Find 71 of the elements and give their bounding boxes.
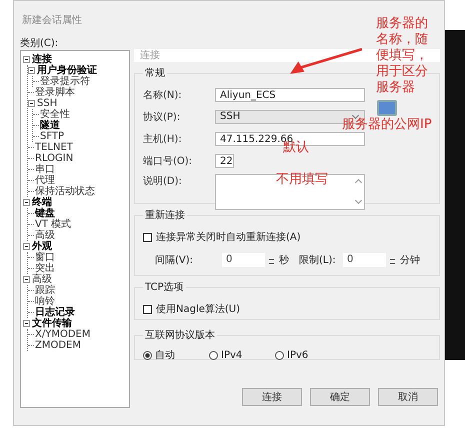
number-field[interactable]: 0 xyxy=(222,253,265,267)
annotation-text: 服务器的名称，随便填写，用于区分服务器 xyxy=(376,16,429,96)
tree-item[interactable]: 高级 xyxy=(32,274,52,285)
tree-item[interactable]: 串口 xyxy=(35,164,55,175)
field-label: 说明(D): xyxy=(143,175,183,188)
annotation-text: 不用填写 xyxy=(276,172,328,188)
radio-button[interactable] xyxy=(209,350,218,360)
collapse-icon[interactable] xyxy=(28,100,35,107)
text-field[interactable]: Aliyun_ECS xyxy=(215,88,365,102)
radio-label: IPv6 xyxy=(287,350,308,360)
tree-item[interactable]: 响铃 xyxy=(35,296,55,307)
tree-item[interactable]: 突出 xyxy=(35,263,55,274)
tree-item[interactable]: SSH xyxy=(37,98,58,109)
tree-item[interactable]: 外观 xyxy=(32,241,52,252)
tree-item[interactable]: VT 模式 xyxy=(35,219,72,230)
tree-item[interactable]: ZMODEM xyxy=(35,340,81,351)
field-label: 端口号(O): xyxy=(143,154,194,168)
radio-label: 自动 xyxy=(155,349,175,362)
collapse-icon[interactable] xyxy=(23,276,30,283)
field-label: 间隔(V): xyxy=(155,254,194,267)
tree-item[interactable]: X/YMODEM xyxy=(35,329,90,340)
field-label: 协议(P): xyxy=(143,110,182,124)
dialog-button[interactable]: 连接 xyxy=(242,388,302,406)
collapse-icon[interactable] xyxy=(23,199,30,206)
tree-item[interactable]: 用户身份验证 xyxy=(37,65,97,76)
tree-item[interactable]: 窗口 xyxy=(35,252,55,263)
category-tree[interactable]: 连接 用户身份验证 登录提示符 登录脚本 SSH 安全性 隧道 SFTP TELNET RLOGIN 串口 代理 保持活动状态 终端 键盘 VT 模式 高级 外观 窗口 突出 高级 跟踪 响铃 日志记录 文件传输 X/YMODEM ZMODEM xyxy=(20,50,130,408)
tree-item[interactable]: 安全性 xyxy=(40,109,70,120)
dialog-button[interactable]: 取消 xyxy=(378,388,438,406)
collapse-icon[interactable] xyxy=(23,243,30,250)
group-title: 重新连接 xyxy=(144,208,186,222)
field-label: 限制(L): xyxy=(299,254,337,267)
checkbox-label: 使用Nagle算法(U) xyxy=(156,302,240,316)
group-title: 互联网协议版本 xyxy=(144,328,216,342)
group-title: 常规 xyxy=(144,66,166,80)
collapse-icon[interactable] xyxy=(23,56,30,63)
group-title: TCP选项 xyxy=(144,280,185,294)
field-label: 名称(N): xyxy=(143,89,183,102)
unit-label: 分钟 xyxy=(400,254,420,267)
category-label: 类别(C): xyxy=(20,36,58,48)
tree-item[interactable]: 连接 xyxy=(32,54,52,65)
tree-item[interactable]: TELNET xyxy=(35,142,73,153)
tree-item[interactable]: 高级 xyxy=(35,230,55,241)
checkbox-label: 连接异常关闭时自动重新连接(A) xyxy=(156,230,301,244)
tree-item[interactable]: 代理 xyxy=(35,175,55,186)
description-field[interactable] xyxy=(215,174,365,210)
tree-item[interactable]: 终端 xyxy=(32,197,52,208)
collapse-icon[interactable] xyxy=(23,320,30,327)
tree-item[interactable]: 跟踪 xyxy=(35,285,55,296)
tree-item[interactable]: 保持活动状态 xyxy=(35,186,95,197)
field-label: 主机(H): xyxy=(143,132,183,146)
checkbox[interactable] xyxy=(143,232,152,242)
radio-button[interactable] xyxy=(143,350,152,360)
window-title: 新建会话属性 xyxy=(22,14,82,27)
collapse-icon[interactable] xyxy=(28,67,35,74)
radio-label: IPv4 xyxy=(221,350,242,360)
dialog-button[interactable]: 确定 xyxy=(310,388,370,406)
unit-label: 秒 xyxy=(279,254,289,267)
tree-item[interactable]: 隧道 xyxy=(40,120,60,131)
computer-icon xyxy=(377,100,397,116)
tree-item[interactable]: 键盘 xyxy=(35,208,55,219)
tree-item[interactable]: RLOGIN xyxy=(35,153,74,164)
tree-item[interactable]: SFTP xyxy=(40,131,64,142)
tree-item[interactable]: 日志记录 xyxy=(35,307,75,318)
port-field[interactable]: 22 xyxy=(215,154,234,168)
tree-item[interactable]: 登录脚本 xyxy=(35,87,75,98)
checkbox[interactable] xyxy=(143,304,152,314)
tree-item[interactable]: 文件传输 xyxy=(32,318,72,329)
radio-button[interactable] xyxy=(275,350,284,360)
number-field[interactable]: 0 xyxy=(343,253,386,267)
tree-item[interactable]: 登录提示符 xyxy=(40,76,90,87)
